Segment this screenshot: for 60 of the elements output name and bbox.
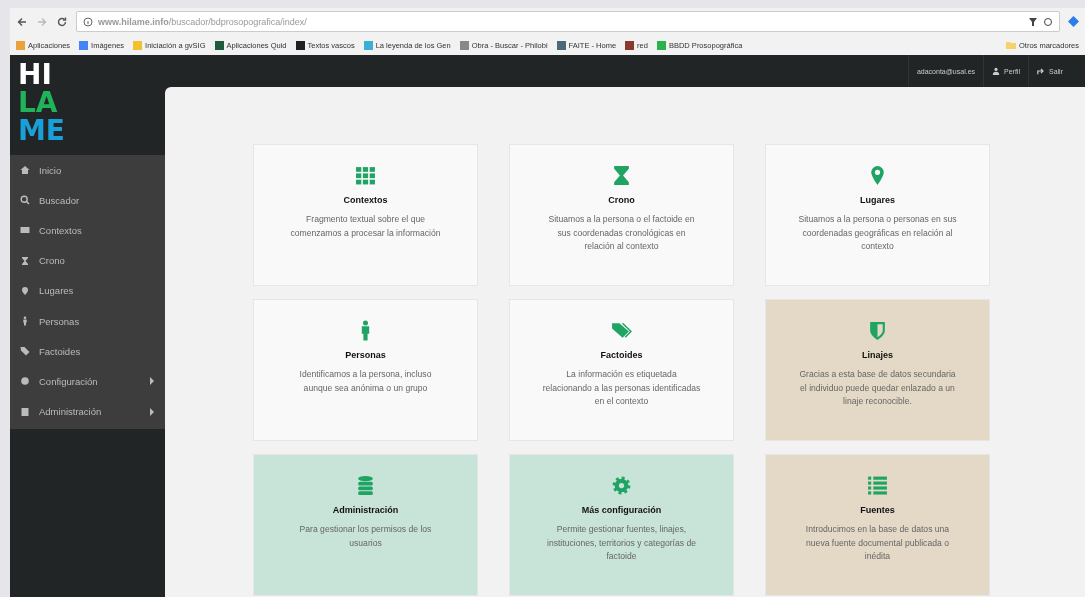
sidebar-item[interactable]: Factoides — [10, 336, 165, 367]
card-description: Permite gestionar fuentes, linajes, instituciones, territorios y categorías de factoide — [546, 523, 697, 563]
filter-icon[interactable] — [1028, 16, 1038, 27]
feature-card[interactable]: Contextos Fragmento textual sobre el que comenzamos a procesar la información — [253, 144, 478, 286]
back-icon[interactable] — [16, 15, 28, 28]
feature-card[interactable]: Más configuración Permite gestionar fuentes, linajes, instituciones, territorios y categorías de factoide — [509, 454, 734, 596]
tags-icon — [20, 346, 30, 357]
info-icon[interactable] — [83, 16, 93, 27]
table-icon — [20, 225, 30, 236]
feature-card[interactable]: Lugares Situamos a la persona o personas en sus coordenadas geográficas en relación al contexto — [765, 144, 990, 286]
extension-icon[interactable] — [1068, 16, 1079, 27]
feature-card[interactable]: Fuentes Introducimos en la base de datos una nueva fuente documental publicada o inédita — [765, 454, 990, 596]
person-icon — [20, 316, 30, 327]
sidebar-item[interactable]: Crono — [10, 245, 165, 276]
card-title: Administración — [331, 505, 400, 515]
folder-icon — [1005, 40, 1016, 50]
database-icon — [355, 475, 376, 496]
card-title: Factoides — [599, 350, 644, 360]
caret-icon — [149, 377, 155, 386]
caret-icon — [149, 407, 155, 416]
logo: HI LA ME — [17, 57, 66, 149]
card-description: Para gestionar los permisos de los usuarios — [298, 523, 433, 550]
card-description: Identificamos a la persona, incluso aunque sea anónima o un grupo — [298, 368, 433, 395]
sidebar-item[interactable]: Administración — [10, 396, 165, 427]
user-icon — [992, 67, 1001, 75]
hourglass-icon — [611, 165, 632, 186]
home-icon — [20, 165, 30, 176]
sidebar-item[interactable]: Inicio — [10, 155, 165, 186]
search-icon — [20, 195, 30, 206]
sidebar-item[interactable]: Contextos — [10, 215, 165, 246]
card-description: Situamos a la persona o personas en sus coordenadas geográficas en relación al contexto — [798, 213, 957, 253]
card-description: La información es etiquetada relacionando a las personas identificadas en el contexto — [542, 368, 701, 408]
feature-card[interactable]: Administración Para gestionar los permisos de los usuarios — [253, 454, 478, 596]
feature-card[interactable]: Crono Situamos a la persona o el factoide en sus coordenadas cronológicas en relación al contexto — [509, 144, 734, 286]
card-title: Fuentes — [859, 505, 896, 515]
sidebar-item[interactable]: Personas — [10, 305, 165, 337]
card-title: Más configuración — [580, 505, 663, 515]
shield-icon — [867, 320, 888, 341]
feature-card[interactable]: Factoides La información es etiquetada relacionando a las personas identificadas en el contexto — [509, 299, 734, 441]
card-title: Linajes — [861, 350, 894, 360]
card-description: Gracias a esta base de datos secundaria el individuo puede quedar enlazado a un linaje reconocible. — [798, 368, 957, 408]
card-description: Introducimos en la base de datos una nueva fuente documental publicada o inédita — [804, 523, 951, 563]
card-title: Crono — [607, 195, 636, 205]
grid-icon — [355, 165, 376, 186]
exit-icon — [1037, 67, 1045, 75]
feature-card[interactable]: Linajes Gracias a esta base de datos secundaria el individuo puede quedar enlazado a un linaje reconocible. — [765, 299, 990, 441]
reload-icon[interactable] — [56, 15, 68, 28]
card-title: Contextos — [342, 195, 389, 205]
card-title: Lugares — [859, 195, 896, 205]
sidebar-item[interactable]: Configuración — [10, 366, 165, 397]
list-icon — [867, 475, 888, 496]
card-title: Personas — [344, 350, 387, 360]
hourglass-icon — [20, 255, 30, 266]
tags-icon — [611, 320, 632, 341]
pin-icon — [20, 285, 30, 296]
feature-card[interactable]: Personas Identificamos a la persona, incluso aunque sea anónima o un grupo — [253, 299, 478, 441]
card-description: Fragmento textual sobre el que comenzamos a procesar la información — [289, 213, 442, 240]
card-description: Situamos a la persona o el factoide en sus coordenadas cronológicas en relación al contexto — [547, 213, 696, 253]
sidebar-item[interactable]: Lugares — [10, 275, 165, 306]
sidebar-item[interactable]: Buscador — [10, 185, 165, 216]
